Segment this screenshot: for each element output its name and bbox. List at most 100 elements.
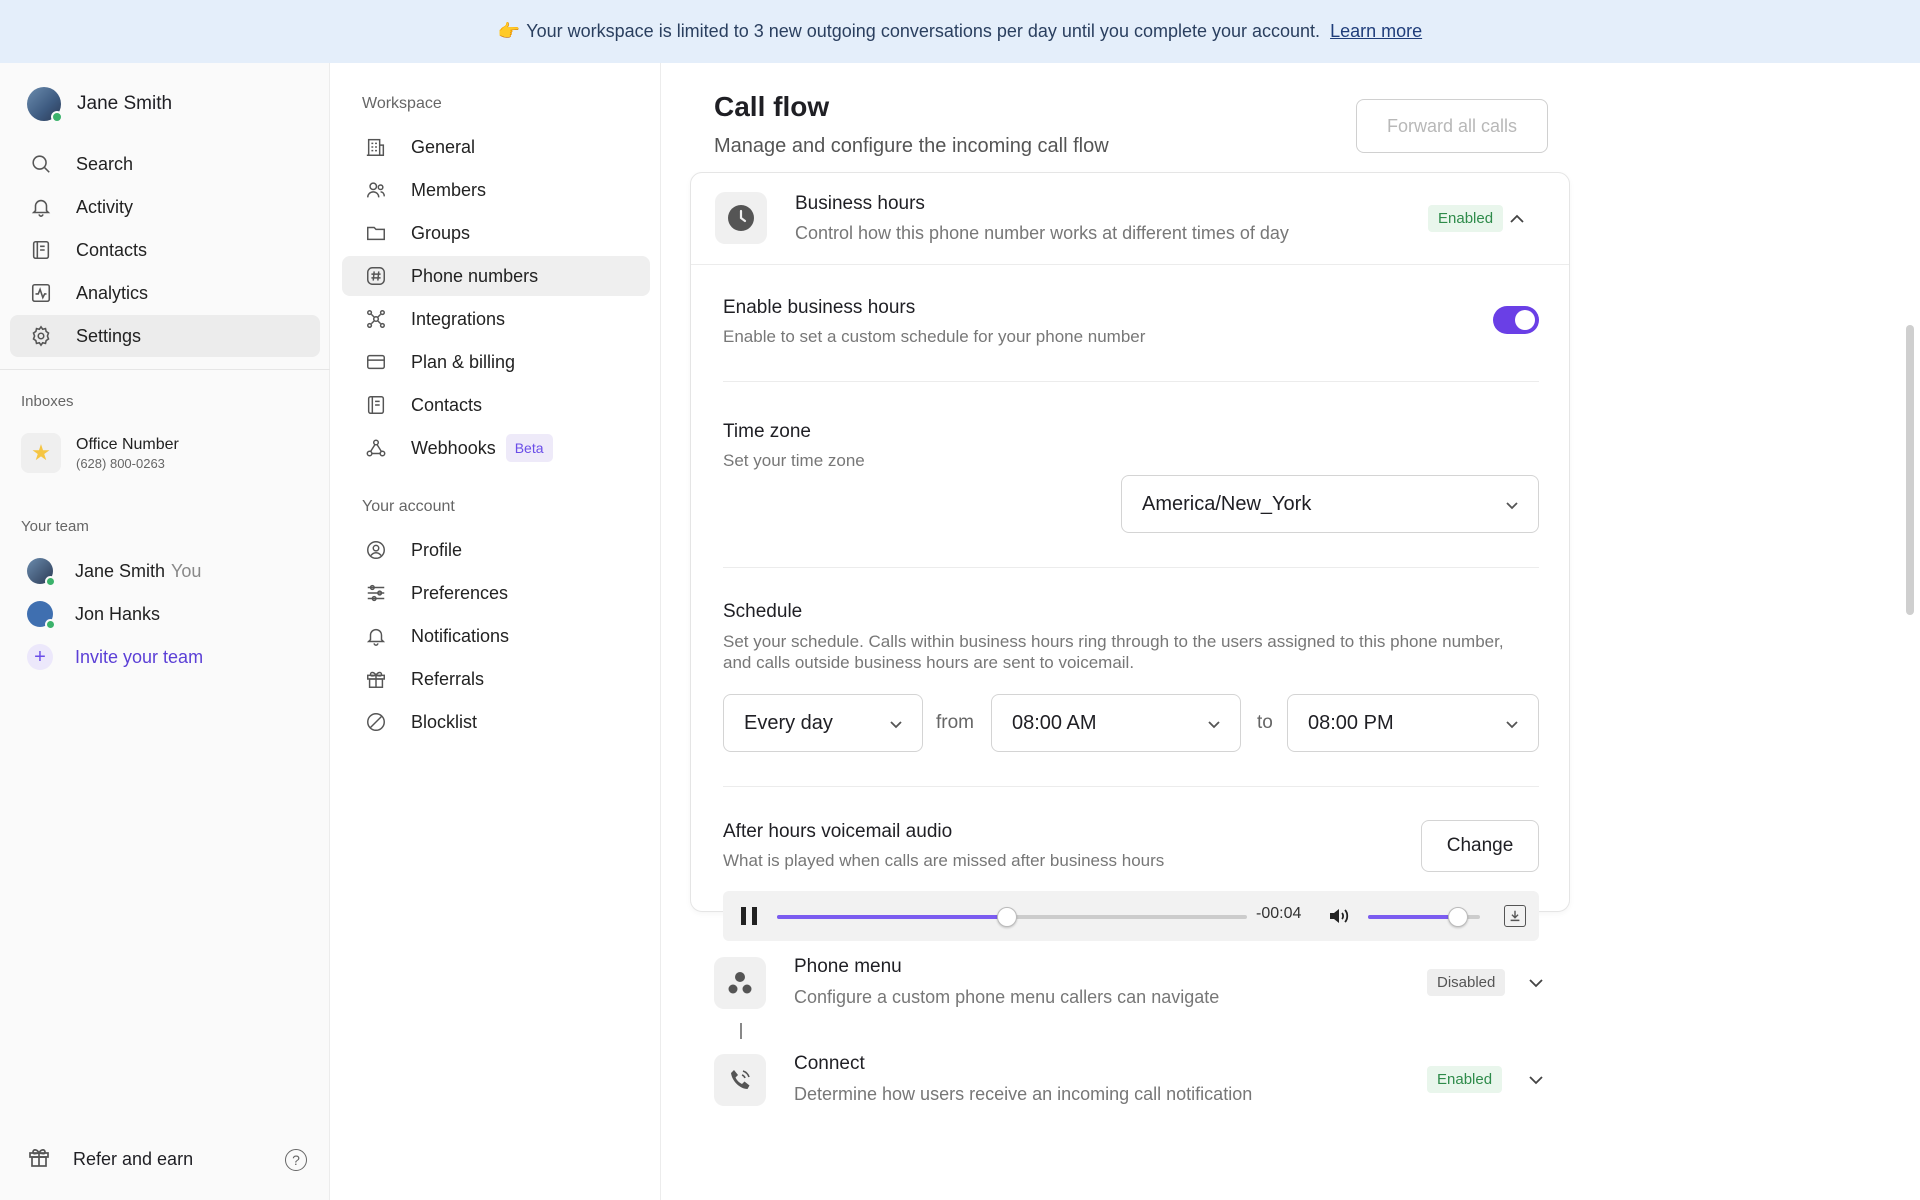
bell-icon bbox=[30, 196, 52, 218]
team-member-jane[interactable]: Jane Smith You bbox=[27, 558, 202, 587]
settings-item-referrals[interactable]: Referrals bbox=[342, 659, 650, 699]
volume-slider[interactable] bbox=[1368, 907, 1480, 927]
end-time-select[interactable]: 08:00 PM bbox=[1287, 694, 1539, 752]
inbox-number: (628) 800-0263 bbox=[76, 455, 165, 471]
volume-fill bbox=[1368, 915, 1458, 919]
volume-handle[interactable] bbox=[1447, 907, 1468, 927]
account-limit-banner: 👉 Your workspace is limited to 3 new out… bbox=[0, 0, 1920, 63]
team-member-name: Jane Smith bbox=[75, 560, 166, 581]
playback-progress-handle[interactable] bbox=[997, 907, 1018, 927]
plus-icon: + bbox=[27, 644, 53, 670]
from-label: from bbox=[936, 712, 974, 733]
flow-connector bbox=[740, 1023, 742, 1039]
settings-item-contacts[interactable]: Contacts bbox=[342, 385, 650, 425]
toggle-knob bbox=[1515, 310, 1535, 330]
settings-item-webhooks[interactable]: Webhooks Beta bbox=[342, 428, 650, 468]
refer-and-earn[interactable]: Refer and earn ? bbox=[27, 1145, 307, 1174]
schedule-desc: Set your schedule. Calls within business… bbox=[723, 632, 1504, 672]
inboxes-heading: Inboxes bbox=[21, 393, 74, 410]
settings-nav: Workspace General Members Groups Phone n… bbox=[331, 63, 661, 1200]
forward-all-calls-button[interactable]: Forward all calls bbox=[1356, 99, 1548, 153]
sidebar-divider bbox=[0, 369, 330, 370]
settings-item-profile[interactable]: Profile bbox=[342, 530, 650, 570]
team-member-jon[interactable]: Jon Hanks bbox=[27, 601, 160, 630]
chevron-down-icon bbox=[1206, 715, 1222, 731]
contacts-icon bbox=[30, 239, 52, 261]
nav-item-contacts[interactable]: Contacts bbox=[10, 229, 320, 271]
settings-item-groups[interactable]: Groups bbox=[342, 213, 650, 253]
folder-icon bbox=[367, 226, 385, 241]
days-select[interactable]: Every day bbox=[723, 694, 923, 752]
learn-more-link[interactable]: Learn more bbox=[1330, 21, 1422, 42]
change-voicemail-button[interactable]: Change bbox=[1421, 820, 1539, 872]
enable-business-hours-toggle[interactable] bbox=[1493, 306, 1539, 334]
status-badge: Enabled bbox=[1427, 1066, 1503, 1093]
time-zone-select[interactable]: America/New_York bbox=[1121, 475, 1539, 533]
settings-item-label: Webhooks bbox=[411, 437, 496, 458]
online-status-dot bbox=[45, 576, 56, 587]
business-hours-header[interactable]: Business hours Control how this phone nu… bbox=[691, 173, 1569, 265]
settings-item-integrations[interactable]: Integrations bbox=[342, 299, 650, 339]
nav-item-activity[interactable]: Activity bbox=[10, 186, 320, 228]
settings-item-general[interactable]: General bbox=[342, 127, 650, 167]
you-label: You bbox=[171, 560, 202, 581]
settings-item-blocklist[interactable]: Blocklist bbox=[342, 702, 650, 742]
settings-item-notifications[interactable]: Notifications bbox=[342, 616, 650, 656]
section-divider bbox=[723, 381, 1539, 382]
inbox-office-number[interactable]: ★ Office Number (628) 800-0263 bbox=[21, 433, 179, 473]
connect-desc: Determine how users receive an incoming … bbox=[794, 1084, 1253, 1104]
invite-label: Invite your team bbox=[75, 646, 204, 667]
schedule-title: Schedule bbox=[723, 601, 803, 622]
time-remaining: -00:04 bbox=[1256, 905, 1302, 922]
star-icon: ★ bbox=[21, 433, 61, 473]
inbox-name: Office Number bbox=[76, 435, 179, 453]
settings-item-label: Plan & billing bbox=[411, 351, 516, 372]
avatar bbox=[27, 558, 56, 587]
phone-menu-desc: Configure a custom phone menu callers ca… bbox=[794, 987, 1220, 1007]
phone-menu-icon bbox=[714, 957, 766, 1009]
account-heading: Your account bbox=[362, 498, 455, 515]
settings-item-label: Referrals bbox=[411, 668, 485, 689]
nav-item-search[interactable]: Search bbox=[10, 143, 320, 185]
voicemail-audio-player: -00:04 bbox=[723, 891, 1539, 941]
settings-item-label: Preferences bbox=[411, 582, 509, 603]
nav-item-label: Activity bbox=[76, 196, 134, 217]
volume-icon[interactable] bbox=[1327, 904, 1351, 928]
integrations-icon bbox=[367, 310, 385, 328]
settings-item-members[interactable]: Members bbox=[342, 170, 650, 210]
download-icon[interactable] bbox=[1504, 905, 1526, 927]
chevron-up-icon[interactable] bbox=[1507, 209, 1527, 229]
nav-item-label: Contacts bbox=[76, 239, 148, 260]
hash-icon bbox=[367, 267, 385, 285]
page-subtitle: Manage and configure the incoming call f… bbox=[714, 135, 1109, 157]
sliders-icon bbox=[367, 584, 385, 602]
help-icon[interactable]: ? bbox=[285, 1148, 307, 1171]
settings-item-plan-billing[interactable]: Plan & billing bbox=[342, 342, 650, 382]
contacts-icon bbox=[367, 396, 385, 414]
nav-item-label: Analytics bbox=[76, 282, 149, 303]
time-zone-value: America/New_York bbox=[1142, 492, 1312, 515]
playback-progress-slider[interactable] bbox=[777, 907, 1247, 927]
nav-item-analytics[interactable]: Analytics bbox=[10, 272, 320, 314]
chevron-down-icon bbox=[1504, 496, 1520, 512]
page-scrollbar[interactable] bbox=[1906, 325, 1914, 615]
block-icon bbox=[367, 713, 385, 731]
current-user[interactable]: Jane Smith bbox=[27, 87, 173, 123]
business-hours-title: Business hours bbox=[795, 193, 925, 214]
chevron-down-icon[interactable] bbox=[1526, 973, 1546, 993]
bell-icon bbox=[366, 628, 386, 646]
invite-team-button[interactable]: + Invite your team bbox=[27, 644, 203, 670]
nav-item-settings[interactable]: Settings bbox=[10, 315, 320, 357]
settings-item-preferences[interactable]: Preferences bbox=[342, 573, 650, 613]
start-time-select[interactable]: 08:00 AM bbox=[991, 694, 1241, 752]
members-icon bbox=[367, 182, 385, 198]
business-hours-desc: Control how this phone number works at d… bbox=[795, 223, 1289, 243]
settings-item-phone-numbers[interactable]: Phone numbers bbox=[342, 256, 650, 296]
main-nav: Search Activity Contacts Analytics Setti… bbox=[10, 143, 320, 358]
days-value: Every day bbox=[744, 711, 833, 734]
online-status-dot bbox=[45, 619, 56, 630]
phone-call-icon bbox=[714, 1054, 766, 1106]
pause-icon[interactable] bbox=[738, 905, 760, 927]
user-name: Jane Smith bbox=[77, 93, 173, 114]
chevron-down-icon[interactable] bbox=[1526, 1070, 1546, 1090]
